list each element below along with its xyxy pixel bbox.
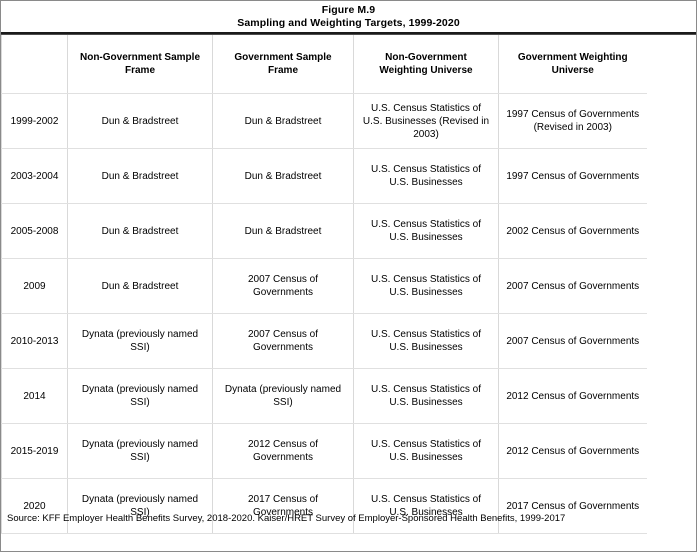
cell-nongov-weighting-universe: U.S. Census Statistics of U.S. Businesse…	[353, 478, 499, 534]
cell-nongov-weighting-universe: U.S. Census Statistics of U.S. Businesse…	[353, 148, 499, 204]
cell-gov-weighting-universe: 2002 Census of Governments	[498, 203, 647, 259]
cell-nongov-sample-frame: Dynata (previously named SSI)	[67, 478, 213, 534]
cell-year: 2003-2004	[1, 148, 68, 204]
column-header-year	[1, 35, 68, 94]
cell-gov-sample-frame: 2007 Census of Governments	[212, 313, 354, 369]
cell-nongov-sample-frame: Dynata (previously named SSI)	[67, 368, 213, 424]
sampling-weighting-targets-table: Non-Government Sample Frame Government S…	[1, 35, 647, 534]
column-header-gov-sample-frame: Government Sample Frame	[212, 35, 354, 94]
cell-nongov-sample-frame: Dun & Bradstreet	[67, 93, 213, 149]
cell-nongov-weighting-universe: U.S. Census Statistics of U.S. Businesse…	[353, 423, 499, 479]
column-header-nongov-sample-frame: Non-Government Sample Frame	[67, 35, 213, 94]
table-row: 2005-2008 Dun & Bradstreet Dun & Bradstr…	[1, 203, 647, 259]
table-row: 1999-2002 Dun & Bradstreet Dun & Bradstr…	[1, 93, 647, 149]
table-row: 2009 Dun & Bradstreet 2007 Census of Gov…	[1, 258, 647, 314]
table-header-row: Non-Government Sample Frame Government S…	[1, 35, 647, 94]
cell-gov-sample-frame: Dun & Bradstreet	[212, 203, 354, 259]
figure-title: Sampling and Weighting Targets, 1999-202…	[237, 17, 460, 29]
cell-gov-weighting-universe: 2012 Census of Governments	[498, 368, 647, 424]
table-row: 2015-2019 Dynata (previously named SSI) …	[1, 423, 647, 479]
cell-nongov-sample-frame: Dun & Bradstreet	[67, 203, 213, 259]
cell-nongov-weighting-universe: U.S. Census Statistics of U.S. Businesse…	[353, 313, 499, 369]
table-header: Non-Government Sample Frame Government S…	[1, 35, 647, 94]
table-body: 1999-2002 Dun & Bradstreet Dun & Bradstr…	[1, 93, 647, 534]
table-row: 2014 Dynata (previously named SSI) Dynat…	[1, 368, 647, 424]
cell-nongov-sample-frame: Dun & Bradstreet	[67, 258, 213, 314]
cell-year: 2010-2013	[1, 313, 68, 369]
cell-nongov-sample-frame: Dun & Bradstreet	[67, 148, 213, 204]
cell-gov-sample-frame: 2017 Census of Governments	[212, 478, 354, 534]
table-row: 2020 Dynata (previously named SSI) 2017 …	[1, 478, 647, 534]
cell-year: 2020	[1, 478, 68, 534]
cell-gov-sample-frame: Dun & Bradstreet	[212, 148, 354, 204]
cell-nongov-sample-frame: Dynata (previously named SSI)	[67, 423, 213, 479]
cell-year: 2009	[1, 258, 68, 314]
figure-title-block: Figure M.9 Sampling and Weighting Target…	[1, 1, 696, 30]
cell-gov-weighting-universe: 2007 Census of Governments	[498, 258, 647, 314]
cell-gov-weighting-universe: 2007 Census of Governments	[498, 313, 647, 369]
cell-gov-weighting-universe: 1997 Census of Governments	[498, 148, 647, 204]
cell-nongov-weighting-universe: U.S. Census Statistics of U.S. Businesse…	[353, 93, 499, 149]
column-header-gov-weighting-universe: Government Weighting Universe	[498, 35, 647, 94]
cell-nongov-weighting-universe: U.S. Census Statistics of U.S. Businesse…	[353, 203, 499, 259]
cell-year: 2005-2008	[1, 203, 68, 259]
cell-gov-weighting-universe: 2012 Census of Governments	[498, 423, 647, 479]
table-row: 2010-2013 Dynata (previously named SSI) …	[1, 313, 647, 369]
figure-number: Figure M.9	[321, 4, 376, 16]
cell-nongov-sample-frame: Dynata (previously named SSI)	[67, 313, 213, 369]
figure-page: Figure M.9 Sampling and Weighting Target…	[0, 0, 697, 552]
source-note: Source: KFF Employer Health Benefits Sur…	[7, 513, 566, 524]
cell-gov-weighting-universe: 2017 Census of Governments	[498, 478, 647, 534]
cell-year: 2015-2019	[1, 423, 68, 479]
cell-nongov-weighting-universe: U.S. Census Statistics of U.S. Businesse…	[353, 368, 499, 424]
cell-nongov-weighting-universe: U.S. Census Statistics of U.S. Businesse…	[353, 258, 499, 314]
cell-gov-sample-frame: 2007 Census of Governments	[212, 258, 354, 314]
cell-year: 1999-2002	[1, 93, 68, 149]
table-row: 2003-2004 Dun & Bradstreet Dun & Bradstr…	[1, 148, 647, 204]
cell-gov-sample-frame: 2012 Census of Governments	[212, 423, 354, 479]
cell-year: 2014	[1, 368, 68, 424]
cell-gov-sample-frame: Dun & Bradstreet	[212, 93, 354, 149]
cell-gov-sample-frame: Dynata (previously named SSI)	[212, 368, 354, 424]
cell-gov-weighting-universe: 1997 Census of Governments (Revised in 2…	[498, 93, 647, 149]
column-header-nongov-weighting-universe: Non-Government Weighting Universe	[353, 35, 499, 94]
